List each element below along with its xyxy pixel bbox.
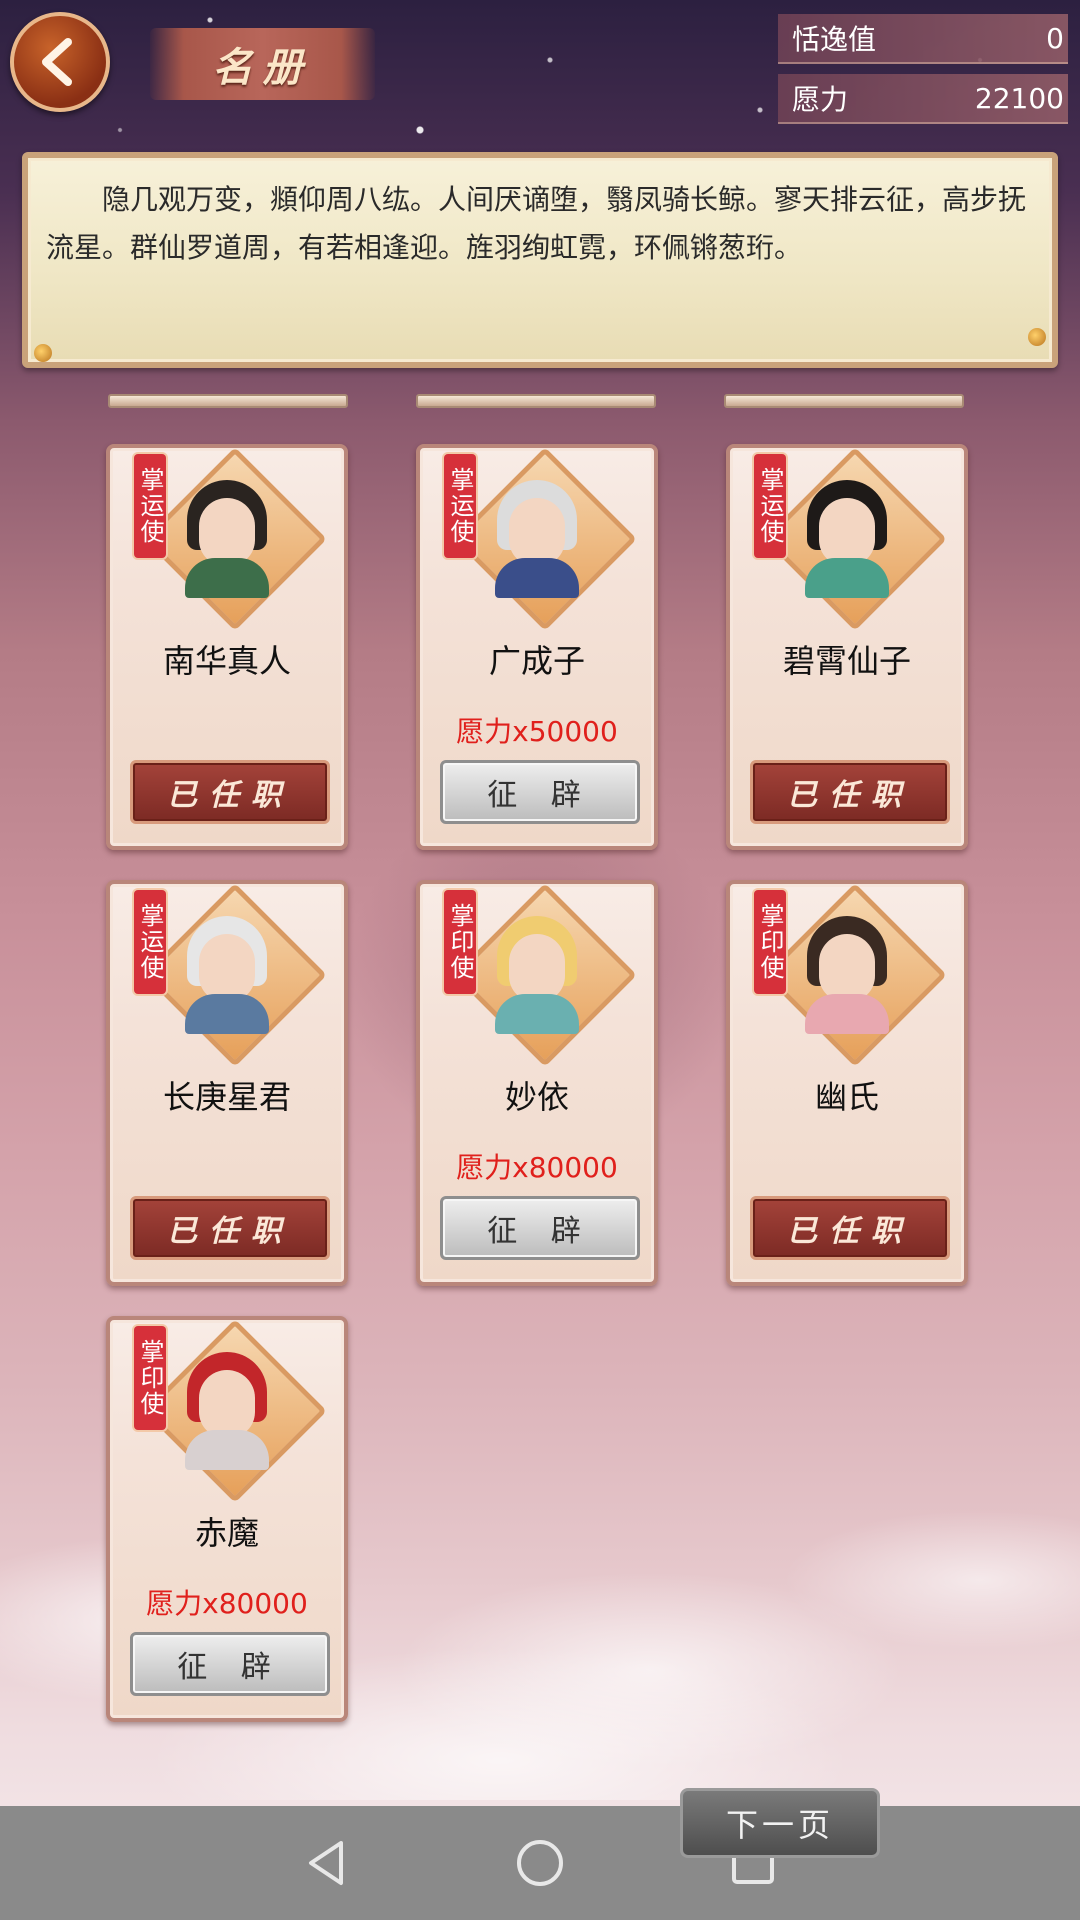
hired-button[interactable]: 已任职: [750, 760, 950, 824]
title-plate: 名册: [150, 28, 375, 100]
triangle-back-icon: [308, 1841, 343, 1885]
character-name: 碧霄仙子: [782, 642, 911, 680]
intro-scroll: 隐几观万变，頫仰周八纮。人间厌谪堕，翳凤骑长鲸。寥天排云征，高步抚流星。群仙罗道…: [22, 152, 1058, 368]
intro-text: 隐几观万变，頫仰周八纮。人间厌谪堕，翳凤骑长鲸。寥天排云征，高步抚流星。群仙罗道…: [46, 183, 1027, 264]
recruit-cost: 愿力x50000: [456, 715, 618, 748]
role-tag: 掌印使: [444, 890, 476, 994]
role-tag: 掌运使: [134, 454, 166, 558]
card-shelf: [724, 394, 964, 408]
hired-button[interactable]: 已任职: [130, 1196, 330, 1260]
hired-button[interactable]: 已任职: [750, 1196, 950, 1260]
back-button[interactable]: [10, 12, 110, 112]
recruit-button[interactable]: 征 辟: [440, 760, 640, 824]
character-name: 幽氏: [814, 1078, 879, 1116]
stat-value: 22100: [974, 81, 1064, 115]
rivet-icon: [1028, 328, 1046, 346]
stat-label: 愿力: [792, 83, 849, 116]
character-portrait: [491, 478, 583, 598]
card-shelf: [416, 394, 656, 408]
character-card[interactable]: 掌运使 碧霄仙子 已任职: [726, 444, 968, 850]
rivet-icon: [34, 344, 52, 362]
character-card[interactable]: 掌印使 赤魔 愿力x80000 征 辟: [106, 1316, 348, 1722]
card-shelf: [108, 394, 348, 408]
character-card[interactable]: 掌运使 南华真人 已任职: [106, 444, 348, 850]
character-portrait: [801, 478, 893, 598]
character-portrait: [181, 478, 273, 598]
role-tag: 掌运使: [134, 890, 166, 994]
role-tag: 掌运使: [444, 454, 476, 558]
character-portrait: [491, 914, 583, 1034]
character-name: 广成子: [488, 642, 585, 680]
chevron-left-icon: [42, 38, 72, 86]
circle-home-icon: [516, 1840, 563, 1886]
character-card[interactable]: 掌印使 幽氏 已任职: [726, 880, 968, 1286]
character-name: 长庚星君: [162, 1078, 291, 1116]
recruit-button[interactable]: 征 辟: [440, 1196, 640, 1260]
character-card[interactable]: 掌运使 广成子 愿力x50000 征 辟: [416, 444, 658, 850]
character-portrait: [801, 914, 893, 1034]
stat-willpower: 愿力 22100: [778, 74, 1068, 124]
recruit-cost: 愿力x80000: [146, 1587, 308, 1620]
nav-home-button[interactable]: [510, 1833, 570, 1893]
character-card[interactable]: 掌印使 妙依 愿力x80000 征 辟: [416, 880, 658, 1286]
character-portrait: [181, 914, 273, 1034]
character-name: 南华真人: [162, 642, 291, 680]
recruit-cost: 愿力x80000: [456, 1151, 618, 1184]
page-title: 名册: [212, 45, 313, 91]
recruit-button[interactable]: 征 辟: [130, 1632, 330, 1696]
system-navigation-bar: [0, 1806, 1080, 1920]
character-name: 赤魔: [194, 1514, 259, 1552]
hired-button[interactable]: 已任职: [130, 760, 330, 824]
stat-value: 0: [1046, 21, 1064, 55]
character-name: 妙依: [504, 1078, 569, 1116]
role-tag: 掌运使: [754, 454, 786, 558]
stat-label: 恬逸值: [792, 23, 877, 56]
next-page-button[interactable]: 下一页: [680, 1788, 880, 1858]
character-portrait: [181, 1350, 273, 1470]
nav-back-button[interactable]: [297, 1833, 357, 1893]
character-card[interactable]: 掌运使 长庚星君 已任职: [106, 880, 348, 1286]
role-tag: 掌印使: [754, 890, 786, 994]
role-tag: 掌印使: [134, 1326, 166, 1430]
stat-leisure: 恬逸值 0: [778, 14, 1068, 64]
